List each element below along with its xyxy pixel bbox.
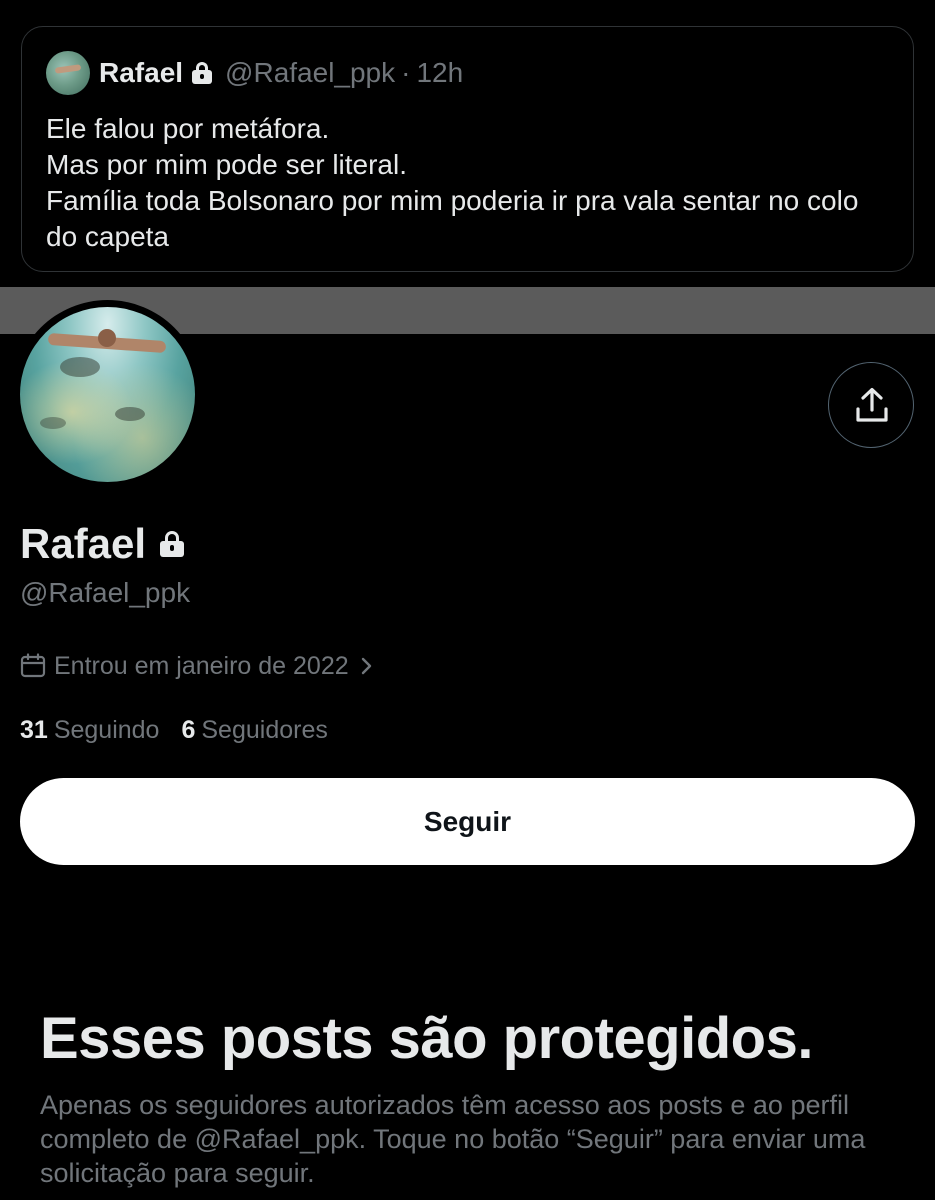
followers-count: 6 [181, 716, 196, 744]
calendar-icon [20, 653, 46, 678]
profile-avatar-ring [13, 300, 202, 489]
quoted-tweet-text: Ele falou por metáfora. Mas por mim pode… [46, 113, 859, 252]
quoted-tweet-author-name[interactable]: Rafael [99, 57, 183, 89]
follow-button[interactable]: Seguir [20, 778, 915, 865]
lock-icon [160, 530, 185, 558]
chevron-right-icon [361, 657, 371, 675]
profile-avatar[interactable] [20, 307, 195, 482]
following-count: 31 [20, 716, 48, 744]
quoted-tweet-separator: · [401, 57, 411, 88]
protected-description: Apenas os seguidores autorizados têm ace… [40, 1090, 866, 1188]
profile-handle: @Rafael_ppk [20, 577, 191, 608]
quoted-tweet-card[interactable]: Rafael @Rafael_ppk · 12h Ele falou por m… [21, 26, 914, 272]
protected-title: Esses posts são protegidos. [40, 1006, 813, 1071]
followers-label: Seguidores [201, 716, 328, 744]
followers-link[interactable]: 6 Seguidores [181, 716, 327, 745]
share-button[interactable] [828, 362, 914, 448]
quoted-tweet-header: Rafael @Rafael_ppk · 12h [46, 51, 463, 95]
profile-name-row: Rafael [20, 520, 185, 568]
share-icon [856, 387, 888, 422]
quoted-tweet-handle[interactable]: @Rafael_ppk [225, 57, 395, 89]
lock-icon [192, 61, 213, 85]
profile-name: Rafael [20, 520, 147, 567]
following-label: Seguindo [53, 716, 160, 744]
quoted-tweet-avatar[interactable] [46, 51, 90, 95]
joined-date-row[interactable]: Entrou em janeiro de 2022 [20, 650, 375, 682]
quoted-tweet-time[interactable]: 12h [416, 57, 463, 89]
following-link[interactable]: 31 Seguindo [20, 716, 159, 745]
joined-date-text: Entrou em janeiro de 2022 [54, 651, 349, 680]
follow-counts: 31 Seguindo 6 Seguidores [20, 716, 328, 745]
